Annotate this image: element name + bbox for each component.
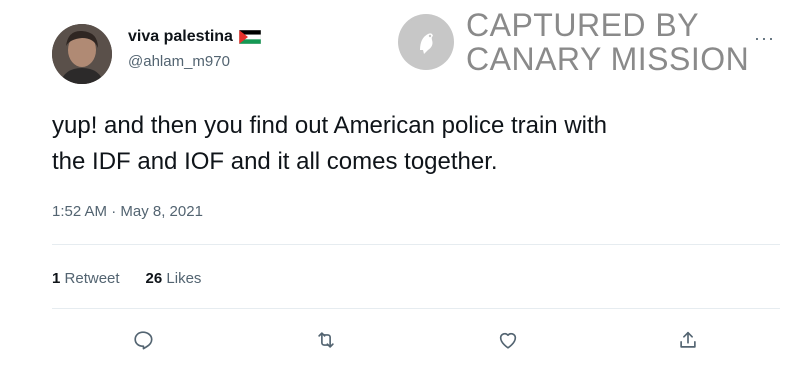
tweet-text-line: the IDF and IOF and it all comes togethe…	[52, 148, 498, 175]
retweet-count[interactable]: 1 Retweet	[52, 270, 120, 287]
like-count[interactable]: 26 Likes	[146, 270, 202, 287]
watermark-text: CAPTURED BY CANARY MISSION	[466, 8, 749, 76]
divider	[52, 308, 780, 309]
reply-icon	[132, 329, 154, 356]
more-icon[interactable]: ···	[754, 28, 775, 49]
watermark-line2: CANARY MISSION	[466, 41, 750, 77]
reply-button[interactable]	[129, 328, 157, 356]
tweet-text-line: yup! and then you find out American poli…	[52, 112, 607, 139]
watermark: CAPTURED BY CANARY MISSION	[398, 8, 749, 76]
action-bar	[0, 328, 800, 358]
heart-icon	[497, 329, 519, 356]
share-icon	[677, 329, 699, 356]
display-name[interactable]: viva palestina	[128, 28, 233, 46]
palestine-flag-icon	[238, 29, 262, 45]
share-button[interactable]	[674, 328, 702, 356]
engagement-stats: 1 Retweet 26 Likes	[52, 270, 201, 287]
avatar[interactable]	[52, 24, 112, 84]
canary-logo-icon	[398, 14, 454, 70]
like-count-label: Likes	[166, 270, 202, 287]
retweet-icon	[315, 329, 337, 356]
author-block: viva palestina @ahlam_m970	[128, 28, 262, 70]
timestamp[interactable]: 1:52 AM · May 8, 2021	[52, 203, 203, 220]
tweet-card: viva palestina @ahlam_m970 CAPTURED BY C…	[0, 0, 800, 373]
retweet-count-label: Retweet	[64, 270, 120, 287]
tweet-text: yup! and then you find out American poli…	[52, 108, 772, 180]
divider	[52, 244, 780, 245]
like-count-value: 26	[145, 270, 163, 287]
retweet-button[interactable]	[312, 328, 340, 356]
user-handle[interactable]: @ahlam_m970	[128, 53, 261, 70]
like-button[interactable]	[494, 328, 522, 356]
retweet-count-value: 1	[52, 270, 61, 287]
watermark-line1: CAPTURED BY	[466, 7, 700, 43]
